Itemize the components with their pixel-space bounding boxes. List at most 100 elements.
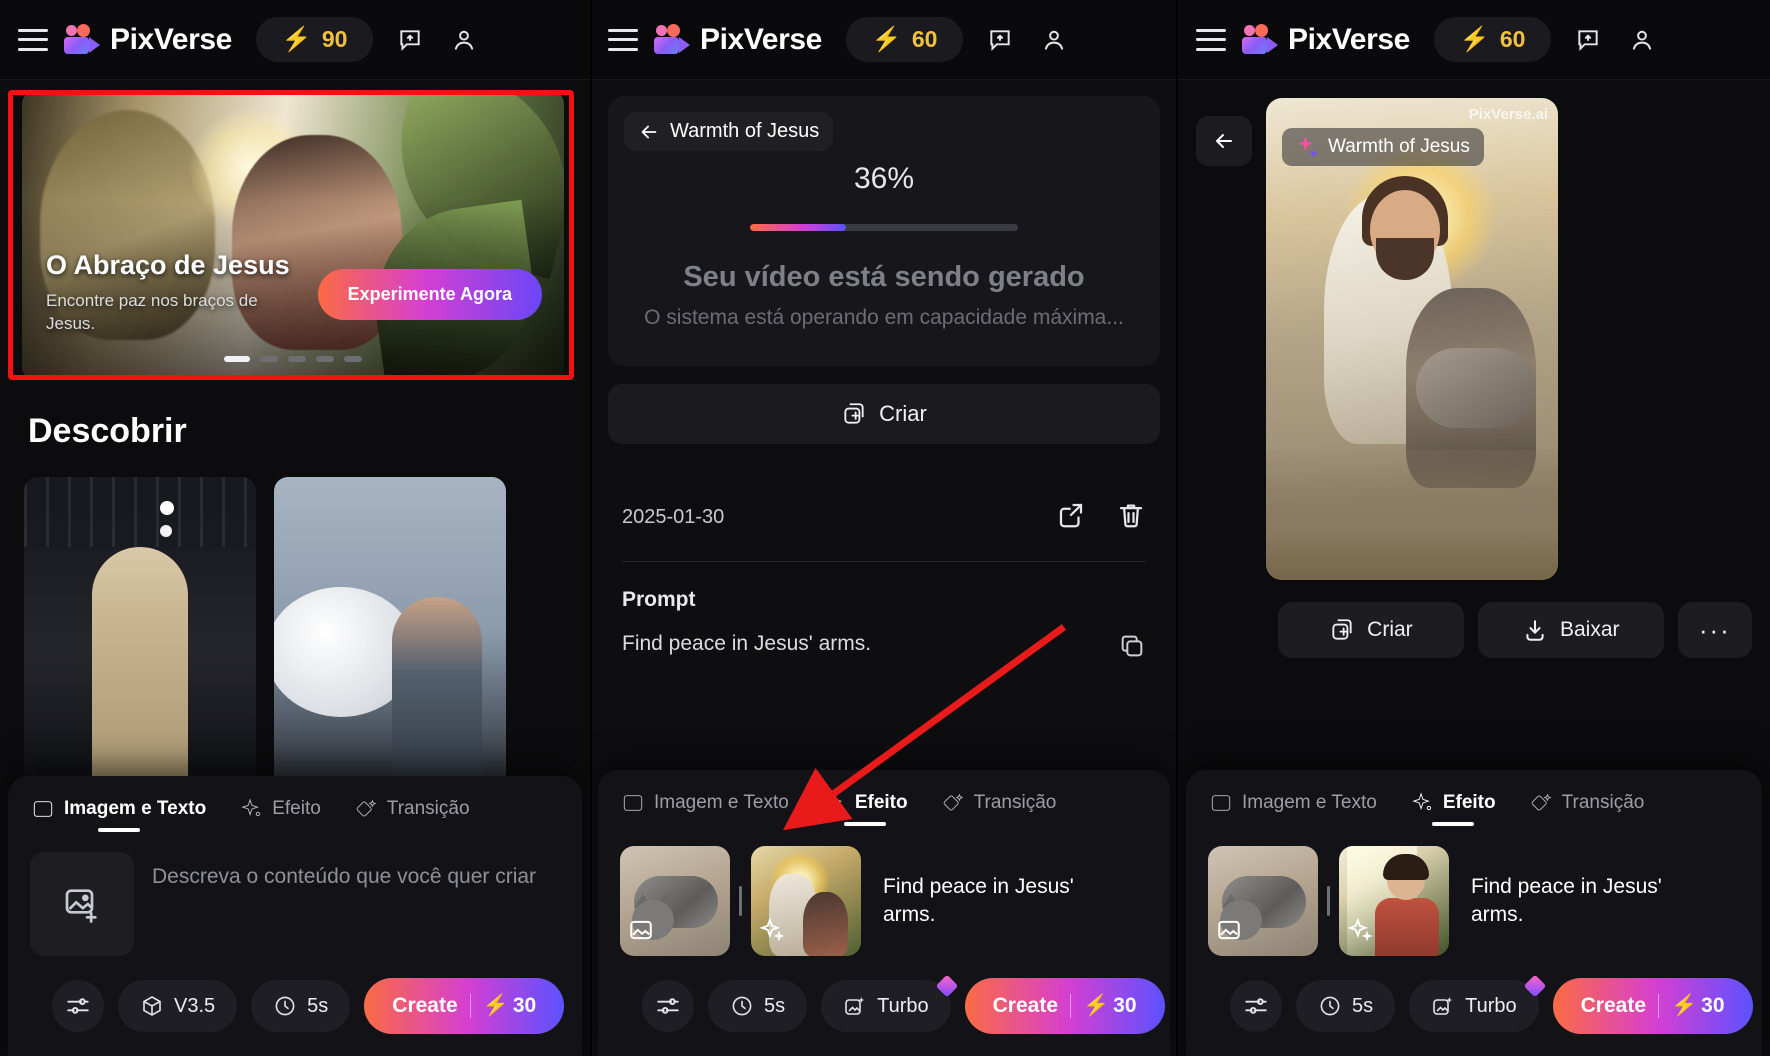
result-actions: Criar Baixar ··· xyxy=(1178,580,1770,658)
discover-grid xyxy=(24,477,590,797)
chip-label: 5s xyxy=(764,994,786,1017)
clock-icon xyxy=(732,996,752,1016)
image-icon xyxy=(1216,917,1242,948)
source-image-thumb[interactable] xyxy=(1208,846,1318,956)
carousel-dot[interactable] xyxy=(344,356,362,362)
image-upload-button[interactable] xyxy=(30,852,134,956)
criar-label: Criar xyxy=(1367,618,1413,641)
tab-label: Imagem e Texto xyxy=(64,798,207,819)
back-effect-pill[interactable]: Warmth of Jesus xyxy=(624,112,834,151)
quality-chip[interactable]: Turbo xyxy=(821,974,958,1032)
baixar-label: Baixar xyxy=(1559,618,1620,641)
tab-transicao[interactable]: Transição xyxy=(940,786,1059,830)
create-button[interactable]: Create ⚡ 30 xyxy=(1552,978,1753,1034)
progress-percent: 36% xyxy=(853,162,915,195)
prompt-input-placeholder[interactable]: Descreva o conteúdo que você quer criar xyxy=(152,852,536,891)
credits-amount: 60 xyxy=(911,26,938,52)
result-video-player[interactable]: PixVerse.ai Warmth of Jesus xyxy=(1266,98,1558,580)
effect-preview-thumb[interactable] xyxy=(751,846,861,956)
create-button[interactable]: Create ⚡ 30 xyxy=(364,978,565,1034)
create-cost: ⚡ 30 xyxy=(1083,994,1137,1017)
create-cost-value: 30 xyxy=(512,994,537,1017)
progress-bar-fill xyxy=(750,224,847,231)
feedback-icon[interactable] xyxy=(1571,23,1605,57)
hero-cta-button[interactable]: Experimente Agora xyxy=(317,269,542,320)
hamburger-icon[interactable] xyxy=(18,28,48,51)
hero-banner-card[interactable]: O Abraço de Jesus Encontre paz nos braço… xyxy=(22,90,564,380)
tab-efeito[interactable]: Efeito xyxy=(238,792,323,836)
brand-logo-group[interactable]: PixVerse xyxy=(64,23,232,57)
tab-transicao[interactable]: Transição xyxy=(1528,786,1647,830)
prompt-value-row: Find peace in Jesus' arms. xyxy=(622,632,1146,666)
model-version-chip[interactable]: V3.5 xyxy=(118,980,238,1032)
topbar-1: PixVerse ⚡ 90 xyxy=(0,0,590,80)
sliders-icon[interactable] xyxy=(1230,980,1282,1032)
account-icon[interactable] xyxy=(1037,23,1071,57)
criar-button-wide[interactable]: Criar xyxy=(608,384,1160,445)
baixar-button[interactable]: Baixar xyxy=(1477,602,1664,658)
credits-pill-2[interactable]: ⚡ 60 xyxy=(845,17,964,62)
feedback-icon[interactable] xyxy=(983,23,1017,57)
carousel-dots[interactable] xyxy=(22,356,564,362)
create-dock-3: Imagem e Texto Efeito Transição Find pea… xyxy=(1186,770,1762,1056)
panel-divider xyxy=(590,0,592,1056)
progress-card: Warmth of Jesus 36% Seu vídeo está sendo… xyxy=(608,96,1160,367)
hamburger-icon[interactable] xyxy=(1196,28,1226,51)
discover-card[interactable] xyxy=(24,477,256,797)
tab-imagem-e-texto[interactable]: Imagem e Texto xyxy=(620,786,791,830)
prompt-label: Prompt xyxy=(622,588,696,612)
carousel-dot[interactable] xyxy=(288,356,306,362)
feedback-icon[interactable] xyxy=(393,23,427,57)
meta-icons xyxy=(1056,500,1146,535)
image-icon xyxy=(1211,795,1231,811)
source-image-thumb[interactable] xyxy=(620,846,730,956)
tab-imagem-e-texto[interactable]: Imagem e Texto xyxy=(30,792,208,836)
sparkle-icon xyxy=(759,917,785,948)
credits-pill-3[interactable]: ⚡ 60 xyxy=(1433,17,1552,62)
sparkle-icon xyxy=(1412,792,1431,811)
account-icon[interactable] xyxy=(1625,23,1659,57)
dock-tabs-3: Imagem e Texto Efeito Transição xyxy=(1186,770,1762,830)
create-button[interactable]: Create ⚡ 30 xyxy=(964,978,1165,1034)
discover-card[interactable] xyxy=(274,477,506,797)
carousel-dot[interactable] xyxy=(260,356,278,362)
hamburger-icon[interactable] xyxy=(608,28,638,51)
account-icon[interactable] xyxy=(447,23,481,57)
credits-pill-1[interactable]: ⚡ 90 xyxy=(255,17,374,62)
sliders-icon[interactable] xyxy=(52,980,104,1032)
hero-subtitle: Encontre paz nos braços de Jesus. xyxy=(46,291,258,333)
hero-title: O Abraço de Jesus xyxy=(46,250,290,280)
trash-icon[interactable] xyxy=(1116,500,1146,535)
dock-body-3: Find peace in Jesus' arms. 5s Turbo Crea… xyxy=(1186,830,1762,1056)
create-cost-value: 30 xyxy=(1701,994,1725,1017)
brand-logo-group[interactable]: PixVerse xyxy=(654,23,822,57)
duration-chip[interactable]: 5s xyxy=(1296,980,1396,1032)
more-options-button[interactable]: ··· xyxy=(1677,602,1752,658)
criar-button[interactable]: Criar xyxy=(1278,602,1464,658)
tab-efeito[interactable]: Efeito xyxy=(821,786,910,830)
tab-imagem-e-texto[interactable]: Imagem e Texto xyxy=(1208,786,1379,830)
brand-logo-group[interactable]: PixVerse xyxy=(1242,23,1410,57)
quality-chip[interactable]: Turbo xyxy=(1409,974,1546,1032)
tab-transicao[interactable]: Transição xyxy=(353,792,472,836)
options-row-1: V3.5 5s Create ⚡ 30 xyxy=(30,956,565,1056)
duration-chip[interactable]: 5s xyxy=(251,980,351,1032)
credits-amount: 90 xyxy=(321,26,348,52)
effect-preview-thumb[interactable] xyxy=(1339,846,1449,956)
share-external-icon[interactable] xyxy=(1056,500,1086,535)
bolt-icon: ⚡ xyxy=(281,25,312,53)
credits-amount: 60 xyxy=(1499,26,1526,52)
tab-efeito[interactable]: Efeito xyxy=(1409,786,1498,830)
carousel-dot[interactable] xyxy=(316,356,334,362)
effect-caption: Find peace in Jesus' arms. xyxy=(883,875,1074,926)
result-body: PixVerse.ai Warmth of Jesus xyxy=(1178,80,1770,580)
carousel-dot[interactable] xyxy=(224,356,250,362)
tab-label: Imagem e Texto xyxy=(654,792,789,813)
copy-icon[interactable] xyxy=(1118,632,1146,666)
compose-row: Descreva o conteúdo que você quer criar xyxy=(30,852,560,956)
brand-name: PixVerse xyxy=(110,22,232,56)
back-arrow-icon xyxy=(641,125,657,138)
duration-chip[interactable]: 5s xyxy=(708,980,808,1032)
back-button[interactable] xyxy=(1196,116,1252,166)
sliders-icon[interactable] xyxy=(642,980,694,1032)
